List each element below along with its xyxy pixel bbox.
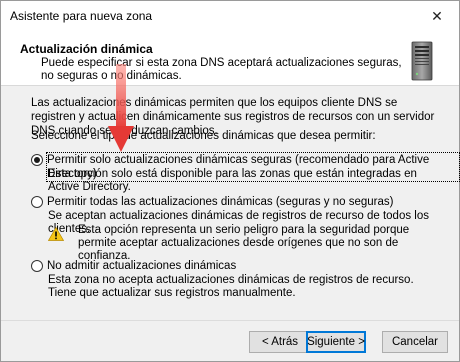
option-all-updates-label[interactable]: Permitir todas las actualizaciones dinám… <box>47 195 393 209</box>
wizard-content: Las actualizaciones dinámicas permiten q… <box>1 87 460 317</box>
radio-no-updates[interactable] <box>31 260 43 272</box>
close-icon[interactable]: ✕ <box>415 1 459 31</box>
options-prompt: Seleccione el tipo de actualizaciones di… <box>31 130 376 142</box>
window-title: Asistente para nueva zona <box>10 9 153 23</box>
warning-text: Esta opción representa un serio peligro … <box>78 224 410 262</box>
wizard-window: Asistente para nueva zona ✕ Actualizació… <box>0 0 460 362</box>
radio-secure-only[interactable] <box>31 154 43 166</box>
option-no-updates-label[interactable]: No admitir actualizaciones dinámicas <box>47 259 236 273</box>
footer-divider <box>1 320 459 321</box>
option-all-updates[interactable]: Permitir todas las actualizaciones dinám… <box>31 195 393 209</box>
cancel-button[interactable]: Cancelar <box>382 331 448 353</box>
back-button[interactable]: < Atrás <box>249 331 311 353</box>
security-warning: Esta opción representa un serio peligro … <box>48 224 418 263</box>
wizard-header: Actualización dinámica Puede especificar… <box>1 31 459 86</box>
option-no-updates[interactable]: No admitir actualizaciones dinámicas <box>31 259 236 273</box>
radio-all-updates[interactable] <box>31 196 43 208</box>
next-button[interactable]: Siguiente > <box>306 331 366 353</box>
page-title: Actualización dinámica <box>20 42 153 56</box>
option-no-updates-description: Esta zona no acepta actualizaciones diná… <box>48 274 414 299</box>
option-secure-only-description: Esta opción solo está disponible para la… <box>48 168 417 193</box>
page-description: Puede especificar si esta zona DNS acept… <box>41 57 402 82</box>
title-bar: Asistente para nueva zona ✕ <box>1 1 459 31</box>
server-icon <box>411 41 433 81</box>
warning-icon <box>48 227 64 241</box>
